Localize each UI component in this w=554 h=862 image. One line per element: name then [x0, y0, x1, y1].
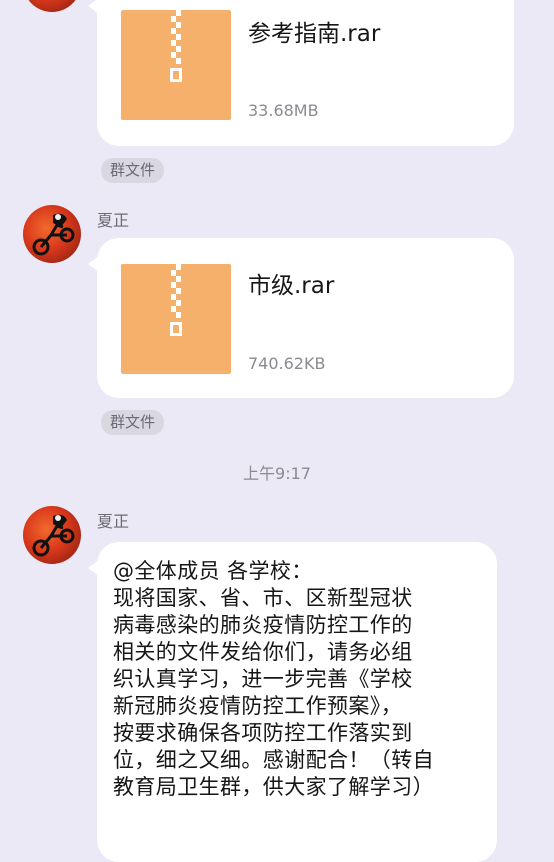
sender-name: 夏正	[97, 512, 130, 531]
message-line: 病毒感染的肺炎疫情防控工作的	[113, 613, 413, 637]
file-bubble[interactable]: 参考指南.rar 33.68MB	[88, 0, 514, 146]
cyclist-icon	[32, 514, 75, 557]
message-line: 织认真学习，进一步完善《学校	[113, 667, 413, 691]
sender-avatar[interactable]	[23, 205, 81, 263]
zipper-icon	[171, 10, 181, 68]
message-line: 按要求确保各项防控工作落实到	[113, 721, 413, 745]
message-line: 现将国家、省、市、区新型冠状	[113, 586, 413, 610]
file-bubble[interactable]: 市级.rar 740.62KB	[88, 238, 514, 398]
file-size: 740.62KB	[248, 354, 326, 373]
group-file-tag: 群文件	[101, 410, 165, 435]
message-line: 教育局卫生群，供大家了解学习）	[113, 775, 434, 799]
zip-file-icon	[121, 264, 231, 374]
zipper-pull-icon	[170, 322, 182, 336]
text-bubble[interactable]: @全体成员 各学校： 现将国家、省、市、区新型冠状 病毒感染的肺炎疫情防控工作的…	[88, 542, 497, 862]
sender-avatar[interactable]	[23, 0, 81, 12]
file-name: 市级.rar	[248, 273, 335, 299]
file-name: 参考指南.rar	[248, 21, 381, 47]
cyclist-icon	[32, 213, 75, 256]
message-timestamp: 上午9:17	[243, 464, 311, 483]
zipper-pull-icon	[170, 68, 182, 82]
zip-file-icon	[121, 10, 231, 120]
sender-name: 夏正	[97, 211, 130, 230]
sender-avatar[interactable]	[23, 506, 81, 564]
zipper-icon	[171, 264, 181, 322]
message-line: @全体成员 各学校：	[113, 559, 313, 583]
file-size: 33.68MB	[248, 101, 319, 120]
message-text[interactable]: @全体成员 各学校： 现将国家、省、市、区新型冠状 病毒感染的肺炎疫情防控工作的…	[113, 558, 483, 801]
message-line: 新冠肺炎疫情防控工作预案》，	[113, 694, 403, 718]
message-line: 位，细之又细。感谢配合！（转自	[113, 748, 434, 772]
group-file-tag: 群文件	[101, 158, 165, 183]
message-line: 相关的文件发给你们，请务必组	[113, 640, 413, 664]
